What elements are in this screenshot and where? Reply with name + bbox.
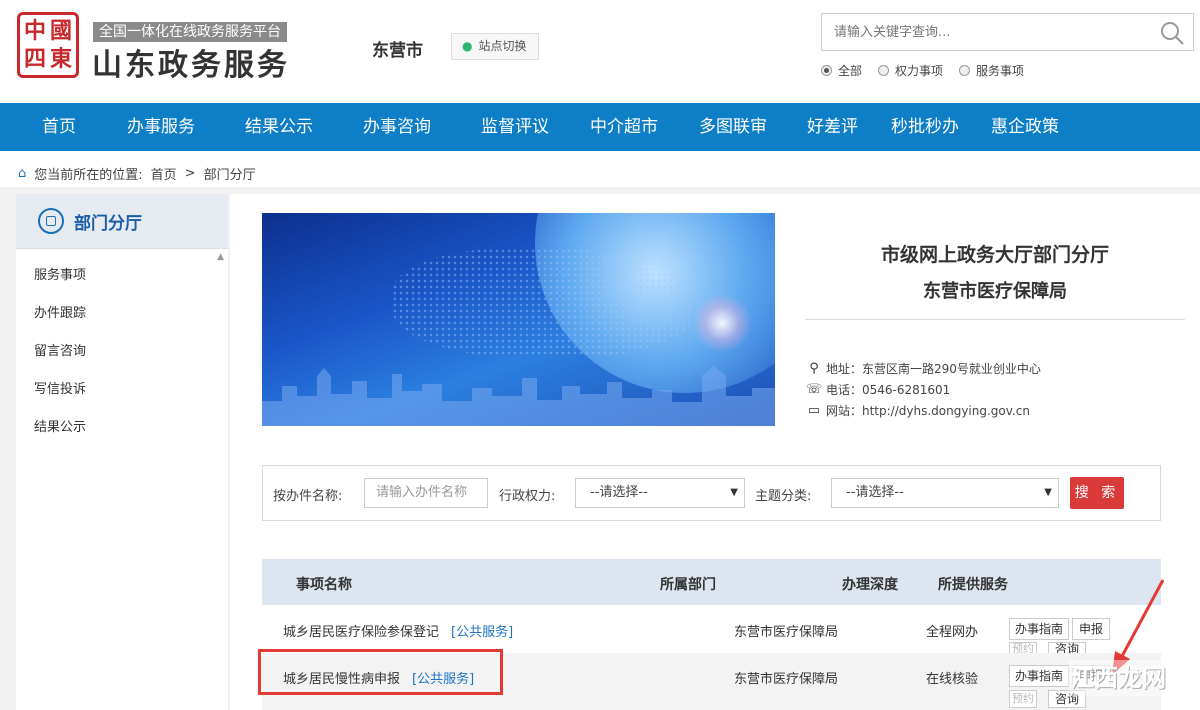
filter-bar: 按办件名称: 请输入办件名称 行政权力: --请选择-- ▼ 主题分类: --请选… xyxy=(262,465,1161,521)
watermark: 江西龙网 xyxy=(1068,660,1168,696)
breadcrumb-separator: > xyxy=(184,166,196,181)
search-box xyxy=(821,13,1194,51)
power-filter-label: 行政权力: xyxy=(499,489,556,504)
radio-label: 权力事项 xyxy=(895,64,944,78)
name-filter-input[interactable]: 请输入办件名称 xyxy=(364,478,488,508)
search-button[interactable]: 搜 索 xyxy=(1070,477,1124,509)
website-link[interactable]: 网站：http://dyhs.dongying.gov.cn xyxy=(826,402,1030,419)
sidebar-header: 部门分厅 xyxy=(16,194,228,249)
radio-label: 服务事项 xyxy=(976,64,1025,78)
breadcrumb: ⌂ 您当前所在的位置: 首页 > 部门分厅 xyxy=(18,164,256,183)
nav-item-instant[interactable]: 秒批秒办 xyxy=(891,103,959,151)
site-switch-button[interactable]: ● 站点切换 xyxy=(451,33,539,60)
radio-power-items[interactable]: 权力事项 xyxy=(878,62,943,79)
nav-item-joint-review[interactable]: 多图联审 xyxy=(699,103,767,151)
radio-label: 全部 xyxy=(838,64,863,78)
topic-filter-value: --请选择-- xyxy=(846,485,904,500)
hall-title: 市级网上政务大厅部门分厅 xyxy=(880,244,1109,266)
scroll-up-icon[interactable]: ▲ xyxy=(217,252,224,262)
radio-service-items[interactable]: 服务事项 xyxy=(959,62,1024,79)
sidebar-item-results[interactable]: 结果公示 xyxy=(16,409,228,447)
power-filter-value: --请选择-- xyxy=(590,485,648,500)
address-text: 地址：东营区南一路290号就业创业中心 xyxy=(826,362,1041,376)
sidebar-title: 部门分厅 xyxy=(74,213,142,234)
search-input[interactable] xyxy=(822,14,1142,50)
brand-title[interactable]: 山东政务服务 xyxy=(92,40,290,84)
seal-char: 東 xyxy=(49,46,72,72)
phone-row: ☏ 电话：0546-6281601 xyxy=(806,381,950,398)
item-dept-cell: 东营市医疗保障局 xyxy=(734,672,839,687)
logo-seal[interactable]: 中國 四東 xyxy=(17,12,79,78)
radio-dot xyxy=(878,65,890,76)
sidebar-list: 服务事项 办件跟踪 留言咨询 写信投诉 结果公示 xyxy=(16,249,228,447)
breadcrumb-current: 部门分厅 xyxy=(203,168,256,183)
radio-dot xyxy=(821,65,832,76)
table-header: 事项名称 所属部门 办理深度 所提供服务 xyxy=(262,559,1161,605)
brand-subtitle: 全国一体化在线政务服务平台 xyxy=(93,22,287,42)
home-icon: ⌂ xyxy=(18,166,27,181)
appointment-button[interactable]: 预约 xyxy=(1009,690,1037,708)
highlight-box xyxy=(258,649,503,695)
address-row: ⚲ 地址：东营区南一路290号就业创业中心 xyxy=(806,360,1041,377)
nav-item-supervision[interactable]: 监督评议 xyxy=(481,103,549,151)
department-icon xyxy=(38,208,64,234)
department-name: 东营市医疗保障局 xyxy=(923,281,1067,302)
column-header-dept: 所属部门 xyxy=(660,577,716,593)
breadcrumb-prefix: 您当前所在的位置: xyxy=(34,168,143,183)
nav-item-policy[interactable]: 惠企政策 xyxy=(991,103,1059,151)
table-row: 城乡居民医疗保险参保登记 [公共服务] 东营市医疗保障局 全程网办 办事指南 申报… xyxy=(262,605,1161,656)
radio-dot xyxy=(959,65,971,76)
nav-item-rating[interactable]: 好差评 xyxy=(807,103,858,151)
nav-item-results[interactable]: 结果公示 xyxy=(245,103,313,151)
nav-item-agency-market[interactable]: 中介超市 xyxy=(590,103,658,151)
item-name-link[interactable]: 城乡居民医疗保险参保登记 xyxy=(283,625,439,640)
name-filter-label: 按办件名称: xyxy=(273,489,343,504)
seal-char: 國 xyxy=(49,18,72,44)
phone-icon: ☏ xyxy=(806,382,823,397)
topic-filter-label: 主题分类: xyxy=(755,489,812,504)
item-type-tag[interactable]: [公共服务] xyxy=(451,625,513,640)
nav-item-home[interactable]: 首页 xyxy=(42,103,76,151)
sidebar-item-service-items[interactable]: 服务事项 xyxy=(16,257,228,295)
banner-flare xyxy=(692,293,752,353)
item-depth-cell: 全程网办 xyxy=(926,625,979,640)
banner-skyline xyxy=(262,366,775,426)
sidebar-item-tracking[interactable]: 办件跟踪 xyxy=(16,295,228,333)
sidebar: 部门分厅 ▲ 服务事项 办件跟踪 留言咨询 写信投诉 结果公示 xyxy=(16,194,228,710)
search-icon[interactable] xyxy=(1159,20,1185,46)
current-city: 东营市 xyxy=(372,41,423,61)
item-depth-cell: 在线核验 xyxy=(926,672,979,687)
chevron-down-icon: ▼ xyxy=(730,487,738,498)
nav-item-services[interactable]: 办事服务 xyxy=(127,103,195,151)
divider xyxy=(805,319,1185,320)
monitor-icon: ▭ xyxy=(807,403,821,418)
header: 中國 四東 全国一体化在线政务服务平台 山东政务服务 东营市 ● 站点切换 全部 … xyxy=(0,0,1200,103)
breadcrumb-home-link[interactable]: 首页 xyxy=(151,164,177,183)
column-header-depth: 办理深度 xyxy=(842,577,898,593)
sidebar-item-complaint[interactable]: 写信投诉 xyxy=(16,371,228,409)
column-header-services: 所提供服务 xyxy=(938,577,1008,593)
radio-all[interactable]: 全部 xyxy=(821,62,862,79)
nav-item-consult[interactable]: 办事咨询 xyxy=(363,103,431,151)
seal-char: 四 xyxy=(23,46,46,72)
topic-filter-select[interactable]: --请选择-- ▼ xyxy=(831,478,1059,508)
department-banner-image xyxy=(262,213,775,426)
website-row: ▭ 网站：http://dyhs.dongying.gov.cn xyxy=(806,402,1030,419)
item-name-cell: 城乡居民医疗保险参保登记 [公共服务] xyxy=(283,621,513,640)
banner-world-map xyxy=(392,248,692,358)
seal-char: 中 xyxy=(23,18,46,44)
phone-text: 电话：0546-6281601 xyxy=(826,383,951,397)
sidebar-item-message[interactable]: 留言咨询 xyxy=(16,333,228,371)
power-filter-select[interactable]: --请选择-- ▼ xyxy=(575,478,745,508)
location-icon: ⚲ xyxy=(809,361,819,376)
search-scope-radios: 全部 权力事项 服务事项 xyxy=(821,62,1024,79)
column-header-name: 事项名称 xyxy=(296,577,352,593)
item-dept-cell: 东营市医疗保障局 xyxy=(734,625,839,640)
site-switch-label: 站点切换 xyxy=(478,39,527,53)
chevron-down-icon: ▼ xyxy=(1044,487,1052,498)
location-pin-icon: ● xyxy=(462,39,473,53)
main-nav: 首页 办事服务 结果公示 办事咨询 监督评议 中介超市 多图联审 好差评 秒批秒… xyxy=(0,103,1200,151)
